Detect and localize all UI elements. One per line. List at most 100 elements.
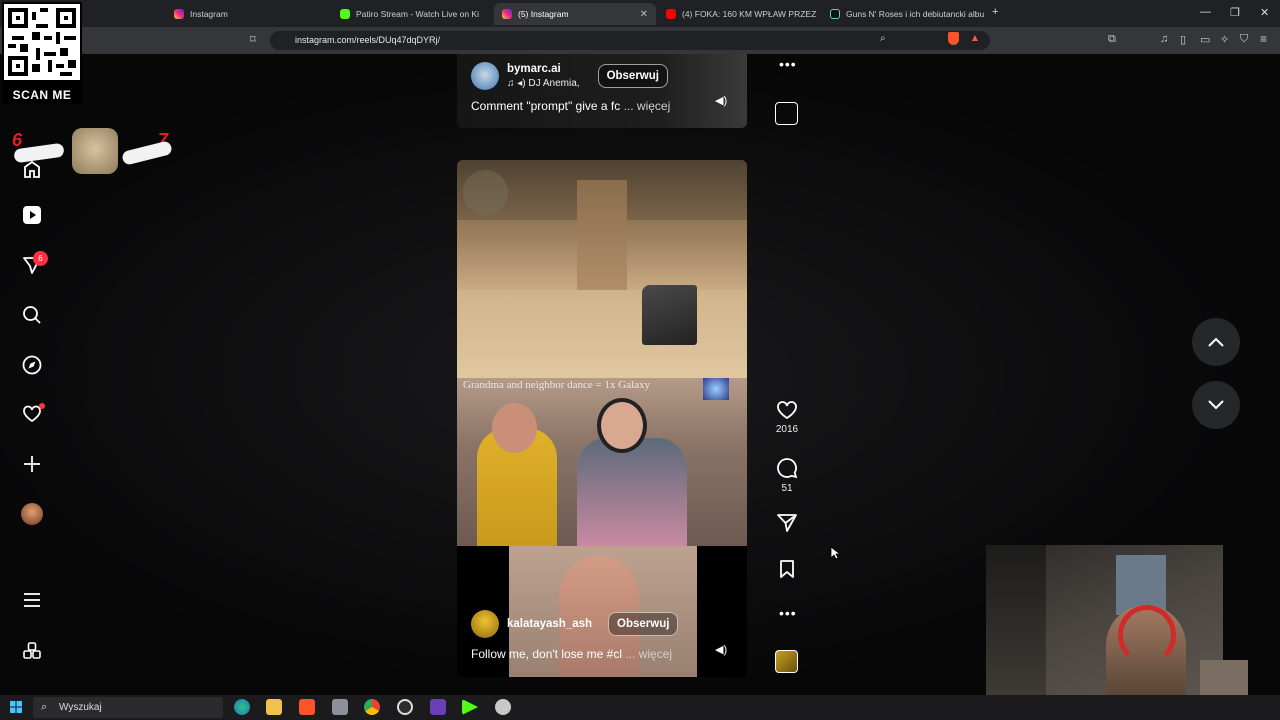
next-reel-button[interactable] <box>1192 381 1240 429</box>
follow-button[interactable]: Obserwuj <box>597 64 668 88</box>
profile-avatar[interactable] <box>21 503 43 525</box>
search-placeholder: Wyszukaj <box>59 702 102 713</box>
speaker-icon: ◂) <box>517 78 529 89</box>
heart-icon[interactable] <box>776 400 798 420</box>
tab-kick[interactable]: Patiro Stream - Watch Live on Ki <box>332 3 492 25</box>
more-menu-icon[interactable] <box>21 589 43 611</box>
webcam-reaction-overlay <box>1200 660 1248 695</box>
cat-face-icon <box>72 128 118 174</box>
explore-icon[interactable] <box>21 354 43 376</box>
app-icon[interactable] <box>332 699 348 715</box>
audio-name: DJ Anemia, <box>528 78 580 89</box>
instagram-icon <box>174 9 184 19</box>
galaxy-icon <box>703 378 729 400</box>
previous-reel-button[interactable] <box>1192 318 1240 366</box>
qr-code-icon <box>4 4 80 80</box>
restore-icon[interactable]: ❐ <box>1230 6 1240 19</box>
tiktok-icon <box>830 9 840 19</box>
bookmark-icon[interactable]: ⌑ <box>250 33 256 46</box>
author-username[interactable]: kalatayash_ash <box>507 618 592 630</box>
windows-start-icon[interactable] <box>10 701 22 713</box>
brave-rewards-icon[interactable]: ▲ <box>970 33 980 44</box>
caption-text: Comment "prompt" give a fc <box>471 99 621 113</box>
share-icon[interactable] <box>776 513 798 533</box>
search-icon[interactable] <box>21 304 43 326</box>
notification-badge: 6 <box>33 251 48 266</box>
comment-count: 51 <box>781 483 793 494</box>
tab-title: Patiro Stream - Watch Live on Ki <box>356 9 479 19</box>
wallet-icon[interactable]: ▭ <box>1200 33 1210 46</box>
comment-action[interactable]: 51 <box>775 457 799 494</box>
author-avatar[interactable] <box>471 62 499 90</box>
kick-icon <box>340 9 350 19</box>
tab-title: (5) Instagram <box>518 9 569 19</box>
app-icon[interactable] <box>495 699 511 715</box>
volume-icon[interactable]: ◀) <box>715 643 727 656</box>
close-tab-icon[interactable]: ✕ <box>640 9 648 20</box>
vpn-icon[interactable]: ⛉ <box>1240 33 1248 46</box>
comment-icon[interactable] <box>776 457 798 479</box>
more-options-icon[interactable]: ••• <box>779 56 797 72</box>
music-icon: ♫ <box>507 78 518 89</box>
reel-author-row: kalatayash_ash Obserwuj <box>471 610 679 638</box>
audio-thumbnail[interactable] <box>775 650 798 673</box>
author-avatar[interactable] <box>471 610 499 638</box>
media-icon[interactable]: ♫ <box>1160 33 1168 45</box>
instagram-icon <box>502 9 512 19</box>
sidebar-toggle-icon[interactable]: ▯ <box>1180 33 1186 46</box>
url-text: instagram.com/reels/DUq47dqDYRj/ <box>295 35 441 45</box>
leo-ai-icon[interactable]: ✧ <box>1220 33 1229 46</box>
more-options-icon[interactable]: ••• <box>779 605 797 621</box>
app-icon[interactable] <box>430 699 446 715</box>
qr-label: SCAN ME <box>12 88 72 102</box>
new-tab-icon[interactable]: + <box>992 6 998 18</box>
kick-icon[interactable] <box>462 699 478 715</box>
tab-title: (4) FOKA: 160 KM WPŁAW PRZEZ BA <box>682 9 818 19</box>
reels-icon[interactable] <box>21 204 43 226</box>
bookmark-icon[interactable] <box>778 559 796 579</box>
edge-icon[interactable] <box>234 699 250 715</box>
obs-icon[interactable] <box>397 699 413 715</box>
zoom-icon[interactable]: ⌕ <box>880 33 886 44</box>
author-username[interactable]: bymarc.ai <box>507 63 580 75</box>
brave-shield-icon[interactable] <box>948 32 959 45</box>
tab-tiktok[interactable]: Guns N' Roses i ich debiutancki albu <box>822 3 986 25</box>
youtube-icon <box>666 9 676 19</box>
file-explorer-icon[interactable] <box>266 699 282 715</box>
create-plus-icon[interactable] <box>21 453 43 475</box>
chrome-icon[interactable] <box>364 699 380 715</box>
more-link[interactable]: ... więcej <box>624 99 671 113</box>
reel-video-gameplay <box>457 160 747 378</box>
brave-icon[interactable] <box>299 699 315 715</box>
reel-caption[interactable]: Follow me, don't lose me #cl ... więcej <box>471 647 672 661</box>
address-toolbar: ⌑ instagram.com/reels/DUq47dqDYRj/ ⌕ ▲ ⧉… <box>0 27 1280 54</box>
save-action[interactable] <box>775 559 799 579</box>
extensions-icon[interactable]: ⧉ <box>1108 33 1116 46</box>
tab-instagram[interactable]: Instagram <box>166 3 334 25</box>
menu-icon[interactable]: ≡ <box>1260 32 1267 46</box>
share-action[interactable] <box>775 513 799 533</box>
reel-caption[interactable]: Comment "prompt" give a fc ... więcej <box>471 99 670 113</box>
browser-tabbar: Instagram Patiro Stream - Watch Live on … <box>0 0 1280 27</box>
taskbar-search[interactable]: ⌕ Wyszukaj <box>33 697 223 718</box>
reel-author-row: bymarc.ai ♫ ◂) DJ Anemia, Obserwuj <box>471 62 668 90</box>
reel-previous[interactable]: bymarc.ai ♫ ◂) DJ Anemia, Obserwuj Comme… <box>457 54 747 128</box>
notification-dot <box>39 403 45 409</box>
qr-overlay: SCAN ME <box>2 2 82 104</box>
also-from-meta-icon[interactable] <box>21 640 43 662</box>
follow-button[interactable]: Obserwuj <box>608 612 679 636</box>
close-window-icon[interactable]: ✕ <box>1260 6 1269 19</box>
like-action[interactable]: 2016 <box>775 400 799 435</box>
more-link[interactable]: ... więcej <box>625 647 672 661</box>
reel-current[interactable]: Grandma and neighbor dance = 1x Galaxy k… <box>457 160 747 677</box>
minimize-icon[interactable]: — <box>1200 6 1211 18</box>
audio-row[interactable]: ♫ ◂) DJ Anemia, <box>507 78 580 89</box>
mouse-cursor-icon <box>830 546 840 560</box>
tab-title: Guns N' Roses i ich debiutancki albu <box>846 9 985 19</box>
audio-thumbnail[interactable] <box>775 102 798 125</box>
meme-sticker-overlay: 6 7 <box>8 128 178 176</box>
tab-instagram-active[interactable]: (5) Instagram ✕ <box>494 3 656 25</box>
tab-youtube[interactable]: (4) FOKA: 160 KM WPŁAW PRZEZ BA <box>658 3 818 25</box>
chevron-up-icon <box>1208 337 1224 347</box>
volume-icon[interactable]: ◀) <box>715 94 727 107</box>
